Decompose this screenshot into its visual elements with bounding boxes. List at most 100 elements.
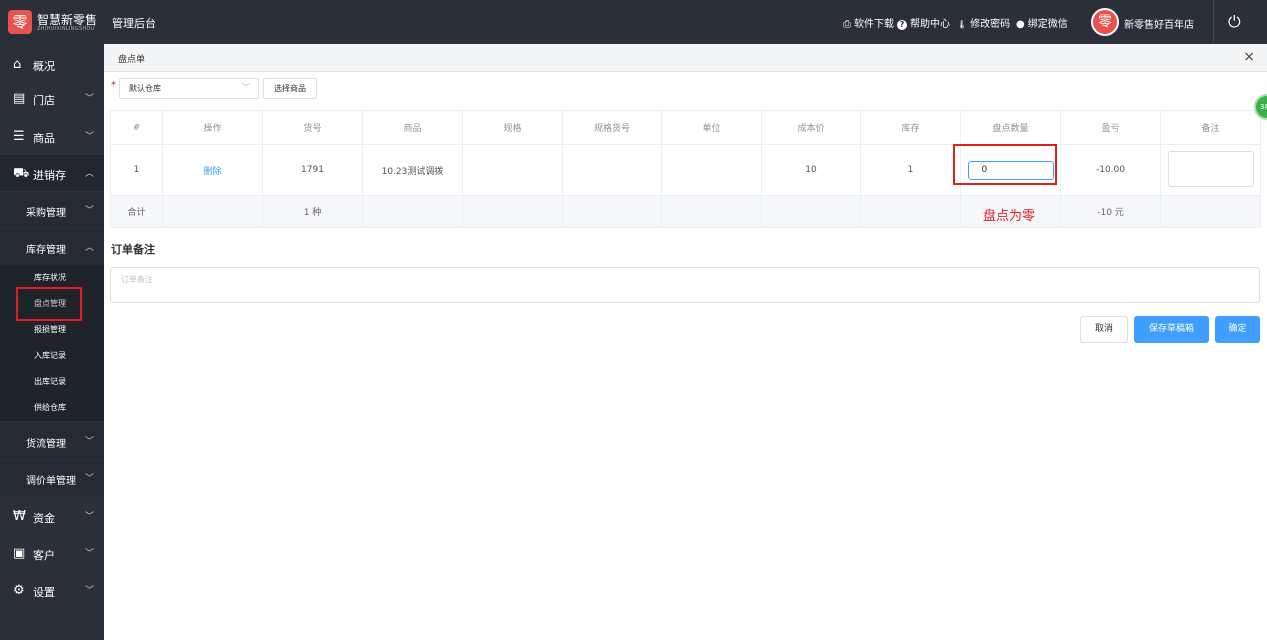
order-note-placeholder: 订单备注 [121,275,153,284]
summary-empty [661,195,762,228]
thermometer-icon: 🌡 [957,20,968,29]
chevron-down-icon: ﹀ [85,512,95,522]
sidebar-sub-label: 库存管理 [26,245,66,256]
column-header: 盘点数量 [960,110,1061,145]
order-note-title: 订单备注 [111,243,155,256]
sidebar-item-inventory[interactable]: ⛟ 进销存 ︿ [0,155,104,191]
sidebar-item-label: 设置 [33,586,55,599]
sku-cell: 1791 [262,144,363,196]
sidebar-item-goods[interactable]: ☰ 商品 ﹀ [0,118,104,154]
won-icon: ₩ [13,509,26,524]
software-download-label: 软件下载 [854,19,894,30]
sidebar-item-label: 进销存 [33,169,66,182]
stocktake-table: # 操作 货号 商品 规格 规格货号 单位 成本价 库存 盘点数量 盈亏 备注 … [110,110,1261,228]
required-mark: * [111,80,116,91]
column-header: 商品 [362,110,463,145]
delete-link-label[interactable]: 删除 [203,167,221,177]
table-row: 1 删除 1791 10.23测试调拨 10 1 0 -10.00 [110,144,1261,196]
sidebar-leaf-label: 出库记录 [34,377,66,386]
sidebar-leaf-inbound[interactable]: 入库记录 [0,343,104,369]
brand-subtitle: ZHIHUIXINLINGSHOU [37,26,95,32]
app-title: 管理后台 [112,17,156,30]
sidebar-leaf-label: 入库记录 [34,351,66,360]
chevron-up-icon: ︿ [85,243,95,253]
column-header: 规格 [462,110,563,145]
bind-wechat-link[interactable]: ● 绑定微信 [1016,15,1068,30]
sidebar-item-label: 概况 [33,60,55,73]
summary-empty [1160,195,1261,228]
cancel-button[interactable]: 取消 [1080,316,1128,343]
remark-cell [1160,144,1261,196]
column-header: 规格货号 [562,110,662,145]
sidebar-leaf-outbound[interactable]: 出库记录 [0,369,104,395]
logo-icon: 零 [8,10,32,34]
remark-input[interactable] [1167,150,1254,187]
avatar[interactable]: 零 [1091,8,1119,36]
column-header: 货号 [262,110,363,145]
summary-kinds: 1 种 [262,195,363,228]
top-bar: 零 智慧新零售 ZHIHUIXINLINGSHOU 管理后台 ⎙ 软件下载 ? 帮助… [0,0,1267,44]
divider [1213,0,1214,44]
row-index: 1 [110,144,163,196]
sidebar-item-store[interactable]: ▤ 门店 ﹀ [0,80,104,116]
summary-row: 合计 1 种 -10 元 [110,195,1261,228]
summary-empty [362,195,463,228]
sidebar-item-settings[interactable]: ⚙ 设置 ﹀ [0,572,104,608]
bind-wechat-label: 绑定微信 [1027,19,1068,30]
help-center-label: 帮助中心 [910,19,950,30]
sidebar-item-customer[interactable]: ▣ 客户 ﹀ [0,535,104,571]
change-password-link[interactable]: 🌡 修改密码 [957,15,1010,30]
software-download-link[interactable]: ⎙ 软件下载 [843,15,894,30]
sidebar-leaf-supply-warehouse[interactable]: 供给仓库 [0,395,104,421]
highlight-box [16,287,82,321]
store-icon: ▤ [13,91,26,106]
chevron-down-icon: ﹀ [85,474,95,484]
user-name[interactable]: 新零售好百年店 [1124,16,1194,31]
page-title: 盘点单 [118,55,146,65]
column-header: 库存 [860,110,961,145]
warehouse-select-value: 默认仓库 [129,84,161,93]
chevron-down-icon: ﹀ [85,437,95,447]
sidebar-item-label: 商品 [33,132,55,145]
sidebar-item-overview[interactable]: ⌂ 概况 [0,46,104,82]
order-note-input[interactable]: 订单备注 [110,267,1260,303]
summary-profit: -10 元 [1060,195,1161,228]
spec-cell [462,144,563,196]
chevron-up-icon: ︿ [85,169,95,179]
sidebar: ⌂ 概况 ▤ 门店 ﹀ ☰ 商品 ﹀ ⛟ 进销存 ︿ 采购管理 ﹀ 库存管理 ︿… [0,44,104,640]
chevron-down-icon: ﹀ [85,586,95,596]
sidebar-item-funds[interactable]: ₩ 资金 ﹀ [0,498,104,534]
save-draft-button[interactable]: 保存草稿箱 [1134,316,1209,343]
sidebar-sub-purchase[interactable]: 采购管理 ﹀ [0,192,104,228]
sidebar-sub-price[interactable]: 调价单管理 ﹀ [0,460,104,496]
power-icon[interactable]: ⏻ [1228,12,1241,32]
printer-icon: ⎙ [843,19,851,30]
summary-empty [462,195,563,228]
id-card-icon: ▣ [13,546,26,561]
home-icon: ⌂ [13,57,22,72]
summary-empty [162,195,263,228]
sidebar-sub-label: 货流管理 [26,439,66,450]
sidebar-sub-stock[interactable]: 库存管理 ︿ [0,229,104,265]
chevron-down-icon: ﹀ [85,132,95,142]
confirm-button[interactable]: 确定 [1215,316,1260,343]
close-icon[interactable]: × [1243,49,1255,65]
sidebar-sub-logistics[interactable]: 货流管理 ﹀ [0,423,104,459]
column-header: # [110,110,163,145]
select-goods-button[interactable]: 选择商品 [263,78,317,99]
sidebar-leaf-label: 供给仓库 [34,403,66,412]
sidebar-item-label: 门店 [33,94,55,107]
summary-empty [761,195,861,228]
change-password-label: 修改密码 [970,19,1011,30]
warehouse-select[interactable]: 默认仓库 ﹀ [119,78,259,99]
summary-label: 合计 [110,195,163,228]
help-icon: ? [897,20,907,30]
delete-link[interactable]: 删除 [162,144,263,196]
cost-cell: 10 [761,144,861,196]
chevron-down-icon: ﹀ [85,549,95,559]
column-header: 单位 [661,110,762,145]
help-center-link[interactable]: ? 帮助中心 [897,15,950,30]
chevron-down-icon: ﹀ [85,206,95,216]
unit-cell [661,144,762,196]
sidebar-item-label: 资金 [33,512,55,525]
